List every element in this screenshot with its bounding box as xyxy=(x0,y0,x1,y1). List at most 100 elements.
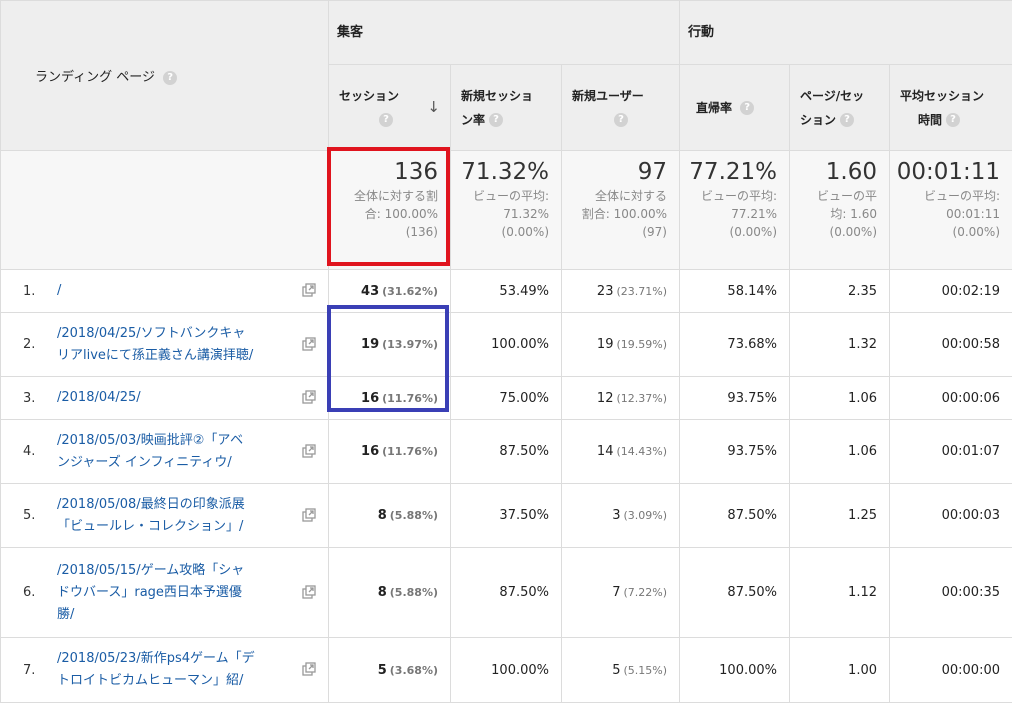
new-session-rate-cell: 75.00% xyxy=(451,377,562,420)
help-icon[interactable]: ? xyxy=(740,101,754,115)
sessions-percent: (31.62%) xyxy=(382,285,438,298)
avg-session-duration-value: 00:00:06 xyxy=(942,391,1000,406)
avg-session-duration-cell: 00:00:58 xyxy=(890,313,1012,377)
totals-label-cell xyxy=(1,151,329,270)
landing-page-cell: 7. /2018/05/23/新作ps4ゲーム「デトロイトビカムヒューマン」紹/ xyxy=(1,638,329,703)
new-session-rate-cell: 87.50% xyxy=(451,420,562,484)
pages-per-session-value: 1.25 xyxy=(848,508,877,523)
link-line-1: /2018/04/25/ xyxy=(57,390,141,405)
table-row: 1. / 43(31.62%) 53.49% 23(23.71%) 58.14%… xyxy=(1,270,1012,313)
header-label-line2: 時間 xyxy=(918,113,942,127)
landing-page-cell: 3. /2018/04/25/ xyxy=(1,377,329,420)
pages-per-session-cell: 1.06 xyxy=(790,377,890,420)
open-external-link-icon[interactable] xyxy=(302,390,316,404)
landing-page-cell: 1. / xyxy=(1,270,329,313)
new-users-percent: (5.15%) xyxy=(623,664,667,677)
row-index: 5. xyxy=(1,508,57,523)
open-external-link-icon[interactable] xyxy=(302,662,316,676)
new-users-value: 7 xyxy=(612,585,620,600)
new-users-percent: (23.71%) xyxy=(616,285,667,298)
landing-page-header[interactable]: ランディング ページ ? xyxy=(1,1,329,151)
row-index: 6. xyxy=(1,585,57,600)
new-session-rate-column-header[interactable]: 新規セッショ ン率? xyxy=(451,65,562,151)
header-label-line1: 新規セッショ xyxy=(461,84,553,108)
sessions-percent: (5.88%) xyxy=(390,509,438,522)
acquisition-group-header: 集客 xyxy=(329,1,680,65)
link-line-1: /2018/05/03/映画批評②「アベ xyxy=(57,433,243,448)
help-icon[interactable]: ? xyxy=(946,113,960,127)
table-row: 5. /2018/05/08/最終日の印象派展「ビュールレ・コレクション」/ 8… xyxy=(1,484,1012,548)
open-external-link-icon[interactable] xyxy=(302,508,316,522)
bounce-rate-cell: 100.00% xyxy=(680,638,790,703)
sort-descending-icon[interactable]: ↓ xyxy=(427,95,440,119)
new-session-rate-cell: 87.50% xyxy=(451,548,562,638)
sessions-value: 43 xyxy=(361,284,379,299)
header-label-line2: ション xyxy=(800,113,836,127)
help-icon[interactable]: ? xyxy=(163,71,177,85)
help-icon[interactable]: ? xyxy=(489,113,503,127)
landing-page-link[interactable]: /2018/05/23/新作ps4ゲーム「デトロイトビカムヒューマン」紹/ xyxy=(57,648,255,692)
pages-per-session-value: 2.35 xyxy=(848,284,877,299)
sessions-value: 16 xyxy=(361,444,379,459)
sessions-percent: (5.88%) xyxy=(390,586,438,599)
row-index: 4. xyxy=(1,444,57,459)
bounce-rate-cell: 58.14% xyxy=(680,270,790,313)
sessions-value: 5 xyxy=(378,663,387,678)
help-icon[interactable]: ? xyxy=(614,113,628,127)
total-sessions-cell: 136全体に対する割合: 100.00%(136) xyxy=(329,151,451,270)
help-icon[interactable]: ? xyxy=(379,113,393,127)
pages-per-session-column-header[interactable]: ページ/セッ ション? xyxy=(790,65,890,151)
avg-session-duration-column-header[interactable]: 平均セッション 時間? xyxy=(890,65,1012,151)
sessions-cell: 5(3.68%) xyxy=(329,638,451,703)
new-users-cell: 19(19.59%) xyxy=(562,313,680,377)
sessions-column-header[interactable]: セッション ? ↓ xyxy=(329,65,451,151)
bounce-rate-column-header[interactable]: 直帰率 ? xyxy=(680,65,790,151)
open-external-link-icon[interactable] xyxy=(302,283,316,297)
new-session-rate-cell: 100.00% xyxy=(451,313,562,377)
new-users-cell: 5(5.15%) xyxy=(562,638,680,703)
landing-page-report-table: ランディング ページ ? 集客 行動 セッション ? ↓ 新規セッショ ン率? … xyxy=(0,0,1012,703)
landing-page-link[interactable]: /2018/04/25/ xyxy=(57,387,141,409)
sessions-cell: 8(5.88%) xyxy=(329,484,451,548)
bounce-rate-cell: 73.68% xyxy=(680,313,790,377)
pages-per-session-cell: 1.32 xyxy=(790,313,890,377)
avg-session-duration-cell: 00:00:00 xyxy=(890,638,1012,703)
open-external-link-icon[interactable] xyxy=(302,337,316,351)
header-label-line1: 直帰率 xyxy=(696,101,732,115)
new-users-percent: (7.22%) xyxy=(623,586,667,599)
link-line-2: 「ビュールレ・コレクション」/ xyxy=(57,519,243,534)
new-session-rate-value: 87.50% xyxy=(499,444,549,459)
sessions-value: 19 xyxy=(361,337,379,352)
avg-session-duration-cell: 00:00:35 xyxy=(890,548,1012,638)
pages-per-session-value: 1.00 xyxy=(848,663,877,678)
landing-page-link[interactable]: /2018/04/25/ソフトバンクキャリアliveにて孫正義さん講演拝聴/ xyxy=(57,323,253,367)
pages-per-session-value: 1.32 xyxy=(848,337,877,352)
help-icon[interactable]: ? xyxy=(840,113,854,127)
open-external-link-icon[interactable] xyxy=(302,585,316,599)
landing-page-header-label: ランディング ページ xyxy=(35,70,155,85)
new-users-percent: (14.43%) xyxy=(616,445,667,458)
link-line-2: ドウバース」rage西日本予選優 xyxy=(57,585,242,600)
link-line-2: ンジャーズ インフィニティウ/ xyxy=(57,455,232,470)
bounce-rate-value: 58.14% xyxy=(727,284,777,299)
landing-page-link[interactable]: / xyxy=(57,280,61,302)
link-line-1: /2018/05/15/ゲーム攻略「シャ xyxy=(57,563,244,578)
row-index: 1. xyxy=(1,284,57,299)
totals-row: 136全体に対する割合: 100.00%(136) 71.32%ビューの平均:7… xyxy=(1,151,1012,270)
row-index: 3. xyxy=(1,391,57,406)
link-line-1: /2018/05/08/最終日の印象派展 xyxy=(57,497,245,512)
landing-page-link[interactable]: /2018/05/08/最終日の印象派展「ビュールレ・コレクション」/ xyxy=(57,494,245,538)
sessions-cell: 16(11.76%) xyxy=(329,377,451,420)
landing-page-link[interactable]: /2018/05/03/映画批評②「アベンジャーズ インフィニティウ/ xyxy=(57,430,243,474)
pages-per-session-cell: 1.12 xyxy=(790,548,890,638)
header-label-line1: ページ/セッ xyxy=(800,84,881,108)
total-new-users-cell: 97全体に対する割合: 100.00%(97) xyxy=(562,151,680,270)
new-users-column-header[interactable]: 新規ユーザー ? xyxy=(562,65,680,151)
table-row: 4. /2018/05/03/映画批評②「アベンジャーズ インフィニティウ/ 1… xyxy=(1,420,1012,484)
landing-page-link[interactable]: /2018/05/15/ゲーム攻略「シャドウバース」rage西日本予選優勝/ xyxy=(57,560,244,626)
open-external-link-icon[interactable] xyxy=(302,444,316,458)
header-label-line1: 平均セッション xyxy=(900,84,1004,108)
landing-page-cell: 4. /2018/05/03/映画批評②「アベンジャーズ インフィニティウ/ xyxy=(1,420,329,484)
sessions-percent: (3.68%) xyxy=(390,664,438,677)
sessions-cell: 19(13.97%) xyxy=(329,313,451,377)
